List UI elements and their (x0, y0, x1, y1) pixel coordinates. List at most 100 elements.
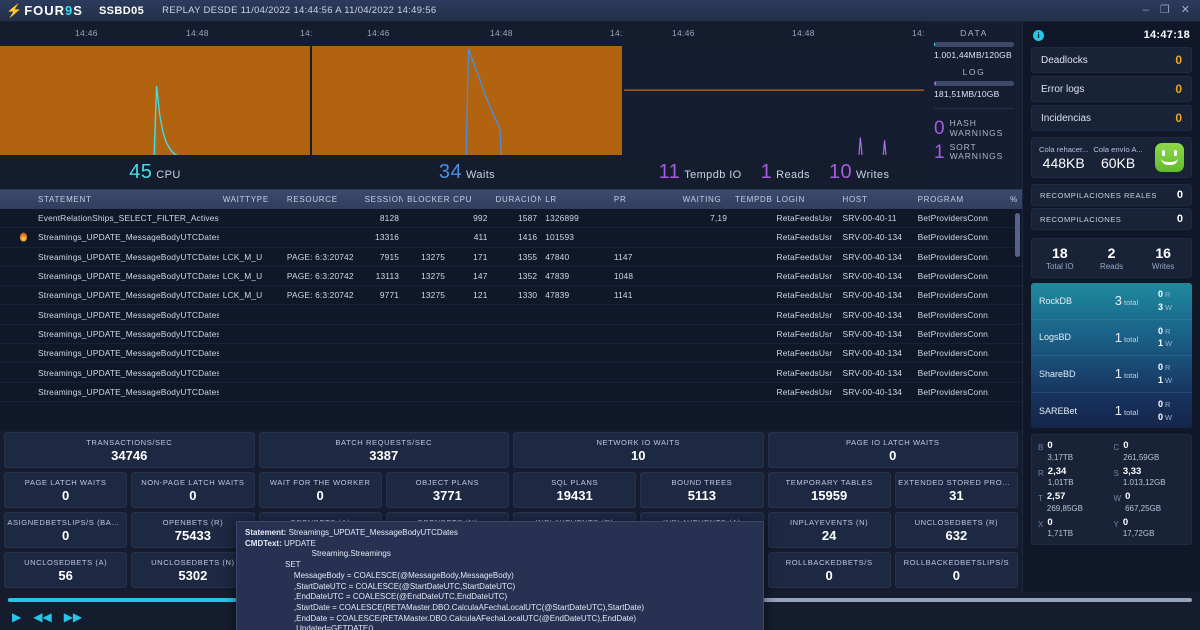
metric-tile[interactable]: EXTENDED STORED PROCE... 31 (894, 472, 1018, 508)
rewind-button[interactable]: ◀◀ (33, 611, 51, 623)
metric-tile[interactable]: SQL PLANS 19431 (513, 472, 637, 508)
metric-tile[interactable]: TRANSACTIONS/SEC 34746 (4, 432, 255, 468)
play-button[interactable]: ▶ (12, 611, 21, 623)
database-writes-label: W (1165, 302, 1173, 312)
cell-duracion: 1355 (517, 251, 538, 262)
column-header-waiting[interactable]: WAITING (679, 195, 731, 204)
databases-panel: RockDB 3 total 0 R 3 W LogsBD 1 total 0 R 1 W ShareBD 1… (1031, 283, 1192, 429)
column-header-percent[interactable]: % (989, 195, 1022, 204)
metric-tile[interactable]: UNCLOSEDBETS (A) 56 (4, 552, 128, 588)
column-header-host[interactable]: HOST (839, 195, 914, 204)
table-row[interactable]: Streamings_UPDATE_MessageBodyUTCDates Ret… (0, 344, 1022, 364)
metric-tile[interactable]: TEMPORARY TABLES 15959 (767, 472, 891, 508)
column-header-cpu[interactable]: CPU (449, 195, 491, 204)
column-header-resource[interactable]: RESOURCE (283, 195, 361, 204)
brand-logo-part3: S (73, 3, 83, 18)
table-row[interactable]: Streamings_UPDATE_MessageBodyUTCDates Ret… (0, 305, 1022, 325)
column-header-login[interactable]: LOGIN (773, 195, 839, 204)
metric-tile[interactable]: BOUND TREES 5113 (640, 472, 764, 508)
column-header-tempdb[interactable]: TEMPDB (731, 195, 773, 204)
cpu-chart[interactable]: 14:46 14:48 14: 45 CPU (0, 22, 312, 189)
drive-value: 0 (1125, 491, 1131, 503)
alert-item[interactable]: Error logs 0 (1031, 76, 1192, 102)
metric-tile[interactable]: INPLAYEVENTS (N) 24 (767, 512, 891, 548)
cell-cpu: 147 (473, 271, 488, 282)
database-total-label: total (1124, 371, 1139, 381)
metric-tile[interactable]: WAIT FOR THE WORKER 0 (258, 472, 382, 508)
metric-tile-label: PAGE IO LATCH WAITS (846, 437, 940, 447)
table-row[interactable]: Streamings_UPDATE_MessageBodyUTCDates LCK… (0, 248, 1022, 267)
reads-group: 1 Reads (761, 161, 810, 184)
database-reads: 0 (1158, 398, 1164, 409)
table-row[interactable]: Streamings_UPDATE_MessageBodyUTCDates 133… (0, 228, 1022, 248)
waits-chart[interactable]: 14:46 14:48 14: 34 Waits (312, 22, 624, 189)
table-row[interactable]: Streamings_UPDATE_MessageBodyUTCDates LCK… (0, 286, 1022, 306)
main-body: 14:46 14:48 14: 45 CPU 14:46 14:48 14: 3… (0, 22, 1200, 630)
cell-login: RetaFeedsUsr (776, 309, 833, 320)
metric-tile[interactable]: OBJECT PLANS 3771 (385, 472, 509, 508)
table-row[interactable]: EventRelationShips_SELECT_FILTER_Actives… (0, 209, 1022, 229)
metric-tile-label: UNCLOSEDBETS (N) (151, 557, 235, 567)
recompilation-row: RECOMPILACIONES REALES 0 (1031, 184, 1192, 206)
metric-tile[interactable]: UNCLOSEDBETS (R) 632 (894, 512, 1018, 548)
database-row[interactable]: ShareBD 1 total 0 R 1 W (1031, 356, 1192, 393)
metric-tile-label: SQL PLANS (551, 477, 599, 487)
minimize-icon[interactable]: – (1143, 5, 1149, 16)
metric-tile[interactable]: NETWORK IO WAITS 10 (513, 432, 764, 468)
metric-tile[interactable]: ASIGNEDBETSLIPS/S (BANA... 0 (4, 512, 128, 548)
metric-tile[interactable]: NON-PAGE LATCH WAITS 0 (131, 472, 255, 508)
column-header-lr[interactable]: LR (541, 195, 610, 204)
cell-lr: 47839 (545, 290, 570, 301)
cell-resource: PAGE: 6:3:20742 (286, 271, 354, 282)
info-icon[interactable]: i (1033, 29, 1044, 41)
metric-tile-value: 10 (631, 447, 646, 463)
table-row[interactable]: Streamings_UPDATE_MessageBodyUTCDates Ret… (0, 363, 1022, 383)
table-row[interactable]: Streamings_UPDATE_MessageBodyUTCDates Ret… (0, 383, 1022, 402)
metric-tile-label: ASIGNEDBETSLIPS/S (BANA... (7, 517, 124, 527)
database-row[interactable]: LogsBD 1 total 0 R 1 W (1031, 320, 1192, 357)
column-header-program[interactable]: PROGRAM (914, 195, 989, 204)
metric-tile[interactable]: PAGE LATCH WAITS 0 (4, 472, 128, 508)
metric-tile[interactable]: ROLLBACKEDBETSLIPS/S 0 (894, 552, 1018, 588)
database-row[interactable]: RockDB 3 total 0 R 3 W (1031, 283, 1192, 320)
metric-tile[interactable]: PAGE IO LATCH WAITS 0 (767, 432, 1018, 468)
io-chart[interactable]: 14:46 14:48 14: 11 Tempdb IO 1 Reads 10 … (624, 22, 926, 189)
database-rw: 0R1W (1158, 325, 1184, 351)
cell-login: RetaFeedsUsr (776, 271, 833, 282)
alert-item[interactable]: Deadlocks 0 (1031, 47, 1192, 73)
database-row[interactable]: SAREBet 1 total 0 R 0 W (1031, 393, 1192, 429)
cell-host: SRV-00-40-134 (842, 367, 903, 378)
drive-values: 0 1,71TB (1047, 517, 1073, 538)
alert-item[interactable]: Incidencias 0 (1031, 105, 1192, 131)
column-header-blocker[interactable]: BLOCKER (403, 195, 449, 204)
forward-button[interactable]: ▶▶ (64, 611, 82, 623)
column-header-session[interactable]: SESSION (361, 195, 403, 204)
maximize-icon[interactable]: ❐ (1160, 5, 1170, 16)
metric-tile-label: OPENBETS (R) (162, 517, 224, 527)
drive-item: Y 0 17,72GB (1114, 517, 1186, 538)
data-usage-bar (934, 42, 1014, 47)
table-body[interactable]: EventRelationShips_SELECT_FILTER_Actives… (0, 209, 1022, 430)
database-name-label: LogsBD (1039, 332, 1072, 343)
database-total: 1 total (1095, 330, 1158, 345)
metric-tile-value: 0 (189, 487, 197, 503)
recompilations-list: RECOMPILACIONES REALES 0 RECOMPILACIONES 0 (1031, 184, 1192, 232)
cell-login: RetaFeedsUsr (776, 290, 833, 301)
table-row[interactable]: Streamings_UPDATE_MessageBodyUTCDates Ret… (0, 325, 1022, 345)
io-summary-value: 16 (1155, 245, 1171, 261)
metric-tile[interactable]: BATCH REQUESTS/SEC 3387 (258, 432, 509, 468)
column-header-pr[interactable]: PR (610, 195, 679, 204)
cell-cpu: 411 (473, 232, 488, 243)
table-scrollbar[interactable] (1015, 213, 1020, 257)
queue-redo-value: 448KB (1042, 154, 1085, 171)
close-icon[interactable]: ✕ (1181, 5, 1190, 16)
column-header-statement[interactable]: STATEMENT (0, 195, 219, 204)
column-header-duracion[interactable]: DURACIÓN (492, 195, 542, 204)
metric-tile-label: ROLLBACKEDBETS/S (785, 557, 873, 567)
column-header-waittype[interactable]: WAITTYPE (219, 195, 283, 204)
cell-host: SRV-00-40-134 (842, 348, 903, 359)
table-row[interactable]: Streamings_UPDATE_MessageBodyUTCDates LCK… (0, 267, 1022, 287)
database-reads: 0 (1158, 362, 1164, 373)
cell-session: 9771 (379, 290, 400, 301)
metric-tile[interactable]: ROLLBACKEDBETS/S 0 (767, 552, 891, 588)
